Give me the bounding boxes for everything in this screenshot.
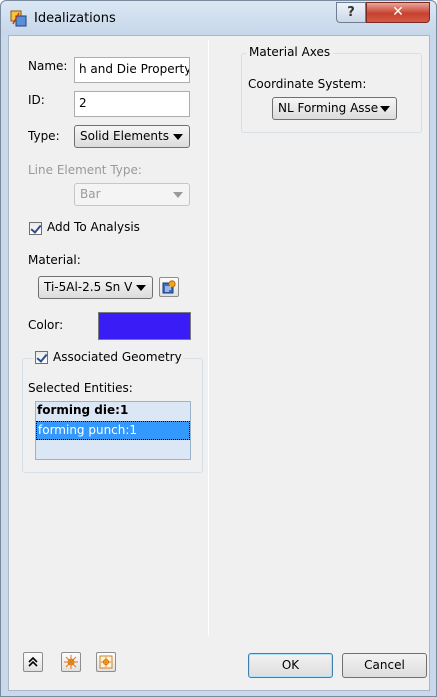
material-axes-title: Material Axes — [246, 45, 334, 59]
coordinate-system-label: Coordinate System: — [248, 77, 367, 91]
idealizations-app-icon — [10, 10, 28, 28]
coordinate-system-value: NL Forming Asse — [278, 101, 379, 115]
associated-geometry-header: Associated Geometry — [33, 350, 183, 366]
create-button[interactable] — [61, 652, 81, 672]
material-axes-group — [241, 53, 422, 133]
list-item-forming-die[interactable]: forming die:1 — [36, 402, 190, 421]
window-title: Idealizations — [34, 11, 116, 26]
material-library-icon — [162, 280, 176, 294]
create-multiple-button[interactable] — [96, 652, 116, 672]
id-field[interactable]: 2 — [74, 91, 190, 117]
ok-button[interactable]: OK — [248, 653, 333, 678]
column-divider — [208, 40, 209, 636]
type-dropdown[interactable]: Solid Elements — [74, 125, 190, 148]
material-dropdown[interactable]: Ti-5Al-2.5 Sn V — [38, 276, 153, 299]
name-label: Name: — [28, 59, 68, 73]
title-bar[interactable]: Idealizations ? ✕ — [1, 1, 436, 35]
color-swatch-button[interactable] — [98, 312, 191, 340]
add-to-analysis-label[interactable]: Add To Analysis — [47, 220, 140, 234]
line-element-type-value: Bar — [80, 187, 101, 201]
list-item-forming-punch[interactable]: forming punch:1 — [36, 421, 190, 440]
id-label: ID: — [28, 93, 45, 107]
add-to-analysis-checkbox[interactable] — [29, 222, 42, 235]
cancel-button[interactable]: Cancel — [342, 653, 427, 678]
material-library-button[interactable] — [159, 277, 179, 297]
line-element-type-dropdown[interactable]: Bar — [74, 183, 190, 206]
selected-entities-label: Selected Entities: — [28, 381, 133, 395]
collapse-button[interactable] — [23, 652, 43, 672]
chevron-down-icon — [380, 106, 390, 112]
close-button[interactable]: ✕ — [366, 2, 430, 23]
chevron-down-icon — [173, 134, 183, 140]
selected-entities-list[interactable]: forming die:1 forming punch:1 — [35, 401, 191, 460]
name-field[interactable]: h and Die Property — [74, 57, 190, 83]
associated-geometry-checkbox[interactable] — [35, 351, 48, 364]
material-dropdown-value: Ti-5Al-2.5 Sn V — [44, 280, 133, 294]
sparkle-icon — [64, 655, 78, 669]
help-button[interactable]: ? — [336, 2, 366, 23]
associated-geometry-label[interactable]: Associated Geometry — [53, 350, 182, 364]
type-dropdown-value: Solid Elements — [80, 129, 169, 143]
collapse-icon — [28, 656, 38, 667]
sparkle-multi-icon — [99, 655, 113, 669]
chevron-down-icon — [136, 285, 146, 291]
line-element-type-label: Line Element Type: — [28, 163, 142, 177]
chevron-down-icon — [173, 192, 183, 198]
type-label: Type: — [28, 129, 60, 143]
coordinate-system-dropdown[interactable]: NL Forming Asse — [272, 97, 397, 120]
color-label: Color: — [28, 318, 64, 332]
idealizations-dialog: Idealizations ? ✕ Name: h and Die Proper… — [0, 0, 437, 697]
dialog-body: Name: h and Die Property ID: 2 Type: Sol… — [8, 35, 430, 691]
material-label: Material: — [28, 253, 81, 267]
